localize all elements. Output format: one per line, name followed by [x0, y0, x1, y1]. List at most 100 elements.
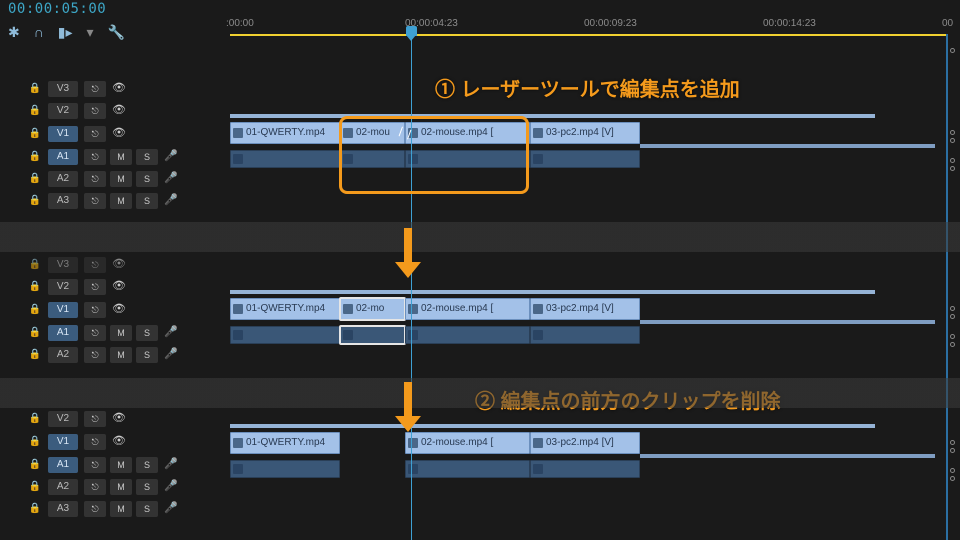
- track-toggle-a2[interactable]: A2: [48, 347, 78, 363]
- video-clip[interactable]: 03-pc2.mp4 [V]: [530, 432, 640, 454]
- audio-clip[interactable]: [405, 150, 530, 168]
- track-toggle-v3[interactable]: V3: [48, 81, 78, 97]
- mute-button[interactable]: M: [110, 325, 132, 341]
- audio-clip[interactable]: [230, 460, 340, 478]
- v1-expand-bar[interactable]: [230, 290, 875, 294]
- lock-icon[interactable]: 🔒: [26, 304, 44, 316]
- sync-lock-icon[interactable]: ⎋: [84, 279, 106, 295]
- marker-icon[interactable]: ▾: [87, 24, 94, 41]
- sync-lock-icon[interactable]: ⎋: [84, 411, 106, 427]
- track-toggle-a2[interactable]: A2: [48, 479, 78, 495]
- voiceover-icon[interactable]: 🎤: [164, 194, 178, 207]
- audio-clip[interactable]: [230, 326, 340, 344]
- video-clip-selected[interactable]: 02-mo: [340, 298, 405, 320]
- audio-clip[interactable]: [530, 460, 640, 478]
- mute-button[interactable]: M: [110, 347, 132, 363]
- solo-button[interactable]: S: [136, 457, 158, 473]
- sync-lock-icon[interactable]: ⎋: [84, 479, 106, 495]
- solo-button[interactable]: S: [136, 325, 158, 341]
- track-toggle-v1[interactable]: V1: [48, 302, 78, 318]
- track-output-icon[interactable]: [950, 334, 956, 347]
- eye-icon[interactable]: 👁: [112, 127, 126, 140]
- track-toggle-a3[interactable]: A3: [48, 501, 78, 517]
- eye-icon[interactable]: 👁: [112, 412, 126, 425]
- sync-lock-icon[interactable]: ⎋: [84, 457, 106, 473]
- lock-icon[interactable]: 🔒: [26, 281, 44, 293]
- video-clip[interactable]: 02-mouse.mp4 [: [405, 298, 530, 320]
- timeline-state2[interactable]: 01-QWERTY.mp4 02-mo 02-mouse.mp4 [ 03-pc…: [230, 290, 946, 380]
- lock-icon[interactable]: 🔒: [26, 481, 44, 493]
- lock-icon[interactable]: 🔒: [26, 327, 44, 339]
- timeline-state3[interactable]: 01-QWERTY.mp4 02-mouse.mp4 [ 03-pc2.mp4 …: [230, 424, 946, 514]
- lock-icon[interactable]: 🔒: [26, 503, 44, 515]
- voiceover-icon[interactable]: 🎤: [164, 326, 178, 339]
- sync-lock-icon[interactable]: ⎋: [84, 325, 106, 341]
- lock-icon[interactable]: 🔒: [26, 459, 44, 471]
- sequence-timecode[interactable]: 00:00:05:00: [8, 2, 106, 16]
- sync-lock-icon[interactable]: ⎋: [84, 193, 106, 209]
- snap-icon[interactable]: ✱: [8, 24, 20, 41]
- track-output-icon[interactable]: [950, 130, 956, 143]
- track-toggle-v1[interactable]: V1: [48, 434, 78, 450]
- solo-button[interactable]: S: [136, 501, 158, 517]
- video-clip[interactable]: 03-pc2.mp4 [V]: [530, 298, 640, 320]
- lock-icon[interactable]: 🔒: [26, 128, 44, 140]
- voiceover-icon[interactable]: 🎤: [164, 150, 178, 163]
- linked-selection-icon[interactable]: ▮▸: [58, 24, 73, 41]
- solo-button[interactable]: S: [136, 149, 158, 165]
- playhead[interactable]: [411, 26, 412, 540]
- lock-icon[interactable]: 🔒: [26, 349, 44, 361]
- video-clip[interactable]: 01-QWERTY.mp4: [230, 298, 340, 320]
- eye-icon[interactable]: 👁: [112, 435, 126, 448]
- lock-icon[interactable]: 🔒: [26, 151, 44, 163]
- audio-clip[interactable]: [405, 460, 530, 478]
- lock-icon[interactable]: 🔒: [26, 413, 44, 425]
- mute-button[interactable]: M: [110, 193, 132, 209]
- voiceover-icon[interactable]: 🎤: [164, 348, 178, 361]
- track-toggle-a1[interactable]: A1: [48, 457, 78, 473]
- video-clip[interactable]: 02-mouse.mp4 [: [405, 432, 530, 454]
- sync-lock-icon[interactable]: ⎋: [84, 302, 106, 318]
- audio-clip-selected[interactable]: [340, 326, 405, 344]
- sync-lock-icon[interactable]: ⎋: [84, 149, 106, 165]
- track-output-icon[interactable]: [950, 48, 956, 53]
- track-toggle-a1[interactable]: A1: [48, 149, 78, 165]
- audio-clip[interactable]: [230, 150, 340, 168]
- track-toggle-v2[interactable]: V2: [48, 279, 78, 295]
- track-toggle-v2[interactable]: V2: [48, 103, 78, 119]
- lock-icon[interactable]: 🔒: [26, 83, 44, 95]
- settings-icon[interactable]: 🔧: [108, 24, 125, 41]
- solo-button[interactable]: S: [136, 347, 158, 363]
- timeline-state1[interactable]: 01-QWERTY.mp4 02-mou 02-mouse.mp4 [ 03-p…: [230, 114, 946, 224]
- track-toggle-a3[interactable]: A3: [48, 193, 78, 209]
- video-clip[interactable]: 03-pc2.mp4 [V]: [530, 122, 640, 144]
- sync-lock-icon[interactable]: ⎋: [84, 81, 106, 97]
- mute-button[interactable]: M: [110, 479, 132, 495]
- sync-lock-icon[interactable]: ⎋: [84, 171, 106, 187]
- voiceover-icon[interactable]: 🎤: [164, 458, 178, 471]
- track-toggle-a1[interactable]: A1: [48, 325, 78, 341]
- sync-lock-icon[interactable]: ⎋: [84, 434, 106, 450]
- lock-icon[interactable]: 🔒: [26, 105, 44, 117]
- audio-clip[interactable]: [530, 150, 640, 168]
- video-clip[interactable]: 02-mouse.mp4 [: [405, 122, 530, 144]
- audio-clip[interactable]: [405, 326, 530, 344]
- eye-icon[interactable]: 👁: [112, 303, 126, 316]
- magnet-icon[interactable]: ∩: [34, 24, 44, 41]
- video-clip[interactable]: 02-mou: [340, 122, 405, 144]
- solo-button[interactable]: S: [136, 193, 158, 209]
- mute-button[interactable]: M: [110, 457, 132, 473]
- lock-icon[interactable]: 🔒: [26, 195, 44, 207]
- voiceover-icon[interactable]: 🎤: [164, 502, 178, 515]
- solo-button[interactable]: S: [136, 479, 158, 495]
- audio-clip[interactable]: [340, 150, 405, 168]
- sync-lock-icon[interactable]: ⎋: [84, 103, 106, 119]
- sync-lock-icon[interactable]: ⎋: [84, 347, 106, 363]
- v1-expand-bar[interactable]: [230, 424, 875, 428]
- track-output-icon[interactable]: [950, 306, 956, 319]
- solo-button[interactable]: S: [136, 171, 158, 187]
- mute-button[interactable]: M: [110, 149, 132, 165]
- lock-icon[interactable]: 🔒: [26, 436, 44, 448]
- mute-button[interactable]: M: [110, 501, 132, 517]
- lock-icon[interactable]: 🔒: [26, 173, 44, 185]
